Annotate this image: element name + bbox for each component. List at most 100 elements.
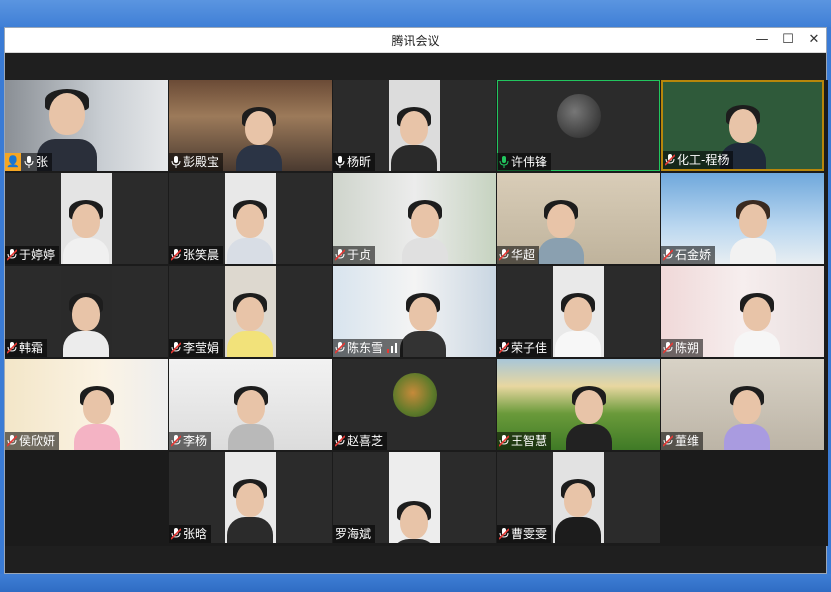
microphone-muted-icon [663,249,673,261]
microphone-muted-icon [335,435,345,447]
microphone-muted-icon [335,249,345,261]
participant-tile-active-speaker[interactable]: 许伟锋 [497,80,660,171]
participant-tile[interactable]: 李莹娟 [169,266,332,357]
participant-figure [74,380,120,450]
microphone-muted-icon [499,528,509,540]
video-feed [61,266,112,357]
participant-name-tag: 许伟锋 [497,153,552,171]
video-feed [225,173,276,264]
microphone-muted-icon [7,435,17,447]
desktop-background-top [0,0,831,27]
participant-tile[interactable]: 李杨 [169,359,332,450]
participant-name: 彭殿宝 [183,155,220,169]
microphone-muted-icon [171,435,181,447]
meeting-window: 腾讯会议 — ☐ ✕ 👤 张 彭殿宝 杨昕 许伟锋 化工-程杨 于婷婷 张笑晨 … [4,27,828,574]
microphone-icon [335,156,345,168]
participant-name: 张晗 [183,527,208,541]
host-icon: 👤 [5,153,21,171]
participant-figure [391,495,437,543]
microphone-speaking-icon [499,156,509,168]
video-feed [225,452,276,543]
microphone-muted-icon [7,342,17,354]
participant-tile[interactable]: 👤 张 [5,80,168,171]
participant-name-tag: 王智慧 [497,432,552,450]
participant-name-tag: 石金娇 [661,246,716,264]
participant-tile[interactable]: 陈东雪 [333,266,496,357]
microphone-muted-icon [7,249,17,261]
participant-tile[interactable]: 石金娇 [661,173,824,264]
minimize-button[interactable]: — [748,28,776,52]
participant-tile[interactable]: 荣子佳 [497,266,660,357]
participant-name: 董维 [675,434,700,448]
participant-tile[interactable]: 董维 [661,359,824,450]
participant-tile[interactable]: 杨昕 [333,80,496,171]
participant-name: 张 [36,155,49,169]
avatar [557,94,601,138]
maximize-button[interactable]: ☐ [774,28,802,52]
close-button[interactable]: ✕ [800,28,828,52]
participant-name-tag: 彭殿宝 [169,153,224,171]
microphone-muted-icon [665,154,675,166]
participant-name: 于贞 [347,248,372,262]
participant-figure [555,287,601,357]
participant-tile[interactable]: 曹雯雯 [497,452,660,543]
participant-name: 韩霜 [19,341,44,355]
participant-name-tag: 荣子佳 [497,339,552,357]
participant-tile[interactable]: 侯欣妍 [5,359,168,450]
participant-figure [566,380,612,450]
participant-name-tag: 董维 [661,432,704,450]
microphone-icon [171,156,181,168]
video-feed [553,266,604,357]
participant-name-tag: 罗海斌 [333,525,376,543]
participant-figure [236,101,282,171]
participant-name: 李杨 [183,434,208,448]
microphone-muted-icon [499,342,509,354]
participant-figure [538,194,584,264]
participant-figure [400,287,446,357]
participant-tile[interactable]: 于贞 [333,173,496,264]
participant-name-tag: 李杨 [169,432,212,450]
participant-figure [227,287,273,357]
signal-strength-icon [387,343,398,353]
participant-name: 华超 [511,248,536,262]
participant-name: 侯欣妍 [19,434,56,448]
window-title: 腾讯会议 [391,34,440,48]
video-feed [389,80,440,171]
participant-tile[interactable]: 化工-程杨 [661,80,824,171]
participant-name-tag: 化工-程杨 [663,151,734,169]
participant-name: 陈朔 [675,341,700,355]
participant-name-tag: 于婷婷 [5,246,60,264]
participant-figure [228,380,274,450]
participant-tile[interactable]: 华超 [497,173,660,264]
microphone-muted-icon [663,435,673,447]
participant-tile[interactable]: 陈朔 [661,266,824,357]
participant-figure [63,287,109,357]
microphone-muted-icon [171,249,181,261]
participant-name: 张笑晨 [183,248,220,262]
participant-name: 于婷婷 [19,248,56,262]
microphone-muted-icon [171,342,181,354]
participant-tile[interactable]: 韩霜 [5,266,168,357]
participant-figure [391,101,437,171]
participant-figure [402,194,448,264]
microphone-muted-icon [499,435,509,447]
participant-tile[interactable]: 王智慧 [497,359,660,450]
participant-name: 石金娇 [675,248,712,262]
participant-name: 李莹娟 [183,341,220,355]
microphone-muted-icon [499,249,509,261]
title-bar: 腾讯会议 — ☐ ✕ [5,28,826,53]
participant-figure [724,380,770,450]
participant-name-tag: 陈朔 [661,339,704,357]
participant-name-tag: 韩霜 [5,339,48,357]
participant-tile[interactable]: 张晗 [169,452,332,543]
participant-name-tag: 👤 张 [5,153,53,171]
participant-figure [227,194,273,264]
participant-figure [734,287,780,357]
participant-name: 陈东雪 [347,341,384,355]
participant-tile[interactable]: 于婷婷 [5,173,168,264]
microphone-muted-icon [663,342,673,354]
participant-tile[interactable]: 罗海斌 [333,452,496,543]
participant-tile[interactable]: 赵喜芝 [333,359,496,450]
participant-tile[interactable]: 张笑晨 [169,173,332,264]
participant-tile[interactable]: 彭殿宝 [169,80,332,171]
